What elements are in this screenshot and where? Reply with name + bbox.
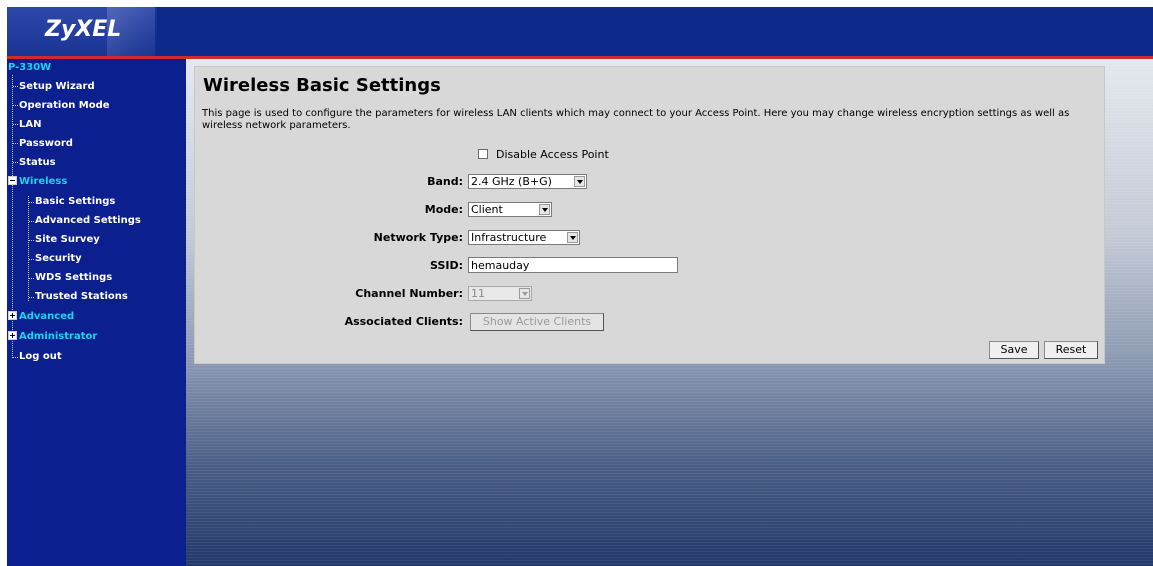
band-label: Band: bbox=[427, 175, 463, 188]
sidebar-item-wds-settings[interactable]: WDS Settings bbox=[35, 272, 112, 283]
page-description: This page is used to configure the param… bbox=[202, 108, 1070, 131]
band-select[interactable]: 2.4 GHz (B+G) bbox=[468, 174, 587, 189]
chevron-down-icon[interactable] bbox=[567, 232, 578, 243]
channel-number-select-value: 11 bbox=[471, 287, 485, 300]
expand-icon[interactable] bbox=[8, 310, 17, 320]
channel-number-label: Channel Number: bbox=[355, 287, 463, 300]
mode-label: Mode: bbox=[424, 203, 463, 216]
reset-button[interactable]: Reset bbox=[1044, 341, 1098, 359]
network-type-label: Network Type: bbox=[373, 231, 463, 244]
sidebar-item-basic-settings[interactable]: Basic Settings bbox=[35, 196, 115, 207]
sidebar-item-wireless-label: Wireless bbox=[19, 176, 68, 187]
sidebar-root-device[interactable]: P-330W bbox=[8, 62, 51, 73]
channel-number-select[interactable]: 11 bbox=[468, 286, 532, 301]
page-title: Wireless Basic Settings bbox=[203, 75, 441, 96]
save-button[interactable]: Save bbox=[989, 341, 1039, 359]
network-type-select-value: Infrastructure bbox=[471, 231, 547, 244]
sidebar-item-operation-mode[interactable]: Operation Mode bbox=[19, 100, 110, 111]
sidebar-item-lan[interactable]: LAN bbox=[19, 119, 41, 130]
chevron-down-icon[interactable] bbox=[539, 204, 550, 215]
chevron-down-icon[interactable] bbox=[519, 288, 530, 299]
mode-select[interactable]: Client bbox=[468, 202, 552, 217]
zyxel-logo: ZyXEL bbox=[45, 17, 122, 42]
sidebar-item-advanced-label: Advanced bbox=[19, 311, 75, 322]
sidebar-item-advanced-settings[interactable]: Advanced Settings bbox=[35, 215, 141, 226]
sidebar-nav: P-330W Setup Wizard Operation Mode LAN P… bbox=[7, 59, 186, 566]
sidebar-item-administrator-label: Administrator bbox=[19, 331, 98, 342]
sidebar-item-setup-wizard[interactable]: Setup Wizard bbox=[19, 81, 95, 92]
sidebar-item-logout[interactable]: Log out bbox=[19, 351, 62, 362]
expand-icon[interactable] bbox=[8, 330, 17, 340]
chevron-down-icon[interactable] bbox=[574, 176, 585, 187]
settings-panel: Wireless Basic Settings This page is use… bbox=[194, 66, 1105, 364]
band-select-value: 2.4 GHz (B+G) bbox=[471, 175, 552, 188]
collapse-icon[interactable] bbox=[8, 175, 17, 185]
disable-ap-label: Disable Access Point bbox=[496, 148, 609, 161]
sidebar-item-wireless[interactable]: Wireless bbox=[8, 175, 68, 187]
disable-ap-checkbox[interactable] bbox=[478, 149, 488, 159]
sidebar-item-status[interactable]: Status bbox=[19, 157, 56, 168]
sidebar-item-administrator[interactable]: Administrator bbox=[8, 330, 98, 342]
header-bar: ZyXEL bbox=[7, 7, 1153, 56]
associated-clients-label: Associated Clients: bbox=[344, 315, 463, 328]
ssid-label: SSID: bbox=[430, 259, 463, 272]
mode-select-value: Client bbox=[471, 203, 503, 216]
ssid-input[interactable]: hemauday bbox=[468, 257, 678, 273]
logo-area: ZyXEL bbox=[7, 7, 157, 56]
sidebar-item-site-survey[interactable]: Site Survey bbox=[35, 234, 100, 245]
sidebar-item-password[interactable]: Password bbox=[19, 138, 73, 149]
sidebar-item-trusted-stations[interactable]: Trusted Stations bbox=[35, 291, 128, 302]
show-active-clients-button[interactable]: Show Active Clients bbox=[470, 313, 604, 331]
sidebar-item-security[interactable]: Security bbox=[35, 253, 82, 264]
app-frame: ZyXEL P-330W Setup Wizard Operation Mode… bbox=[7, 7, 1153, 566]
tree-line-wireless bbox=[28, 196, 29, 301]
sidebar-item-advanced[interactable]: Advanced bbox=[8, 310, 75, 322]
network-type-select[interactable]: Infrastructure bbox=[468, 230, 580, 245]
